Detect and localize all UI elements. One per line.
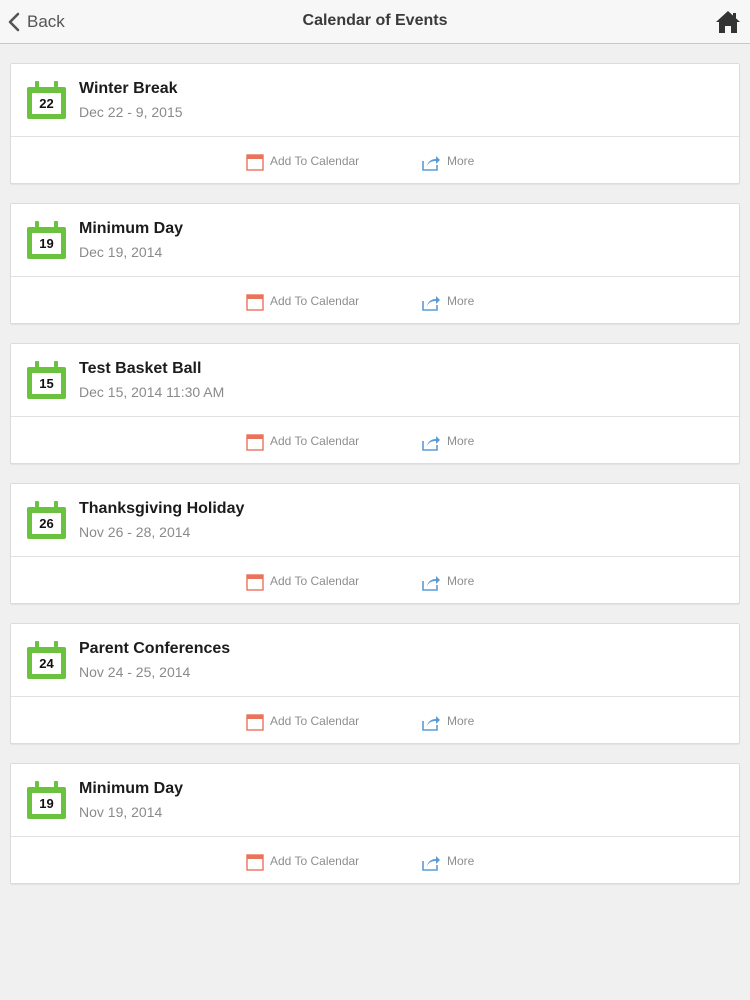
add-to-calendar-label: Add To Calendar: [270, 854, 360, 868]
more-label: More: [447, 434, 475, 448]
more-button[interactable]: More: [422, 573, 474, 591]
add-to-calendar-button[interactable]: Add To Calendar: [246, 153, 359, 171]
event-header[interactable]: 19 Minimum Day Nov 19, 2014: [11, 764, 739, 837]
more-label: More: [447, 854, 475, 868]
event-title: Minimum Day: [79, 780, 184, 797]
event-date: Nov 19, 2014: [79, 804, 163, 820]
calendar-day: 15: [32, 373, 61, 394]
more-button[interactable]: More: [422, 433, 474, 451]
calendar-day: 26: [32, 513, 61, 534]
more-button[interactable]: More: [422, 293, 474, 311]
event-actions: Add To Calendar More: [11, 557, 739, 603]
calendar-add-icon: [246, 294, 264, 311]
share-icon: [422, 296, 440, 311]
add-to-calendar-button[interactable]: Add To Calendar: [246, 293, 359, 311]
event-card: 22 Winter Break Dec 22 - 9, 2015 Add To …: [10, 63, 740, 184]
add-to-calendar-button[interactable]: Add To Calendar: [246, 853, 359, 871]
calendar-day: 19: [32, 793, 61, 814]
event-header[interactable]: 22 Winter Break Dec 22 - 9, 2015: [11, 64, 739, 137]
event-card: 15 Test Basket Ball Dec 15, 2014 11:30 A…: [10, 343, 740, 464]
share-icon: [422, 576, 440, 591]
event-date: Dec 15, 2014 11:30 AM: [79, 384, 225, 400]
calendar-icon: 15: [27, 361, 66, 399]
event-header[interactable]: 15 Test Basket Ball Dec 15, 2014 11:30 A…: [11, 344, 739, 417]
event-card: 19 Minimum Day Dec 19, 2014 Add To Calen…: [10, 203, 740, 324]
calendar-day: 22: [32, 93, 61, 114]
more-label: More: [447, 294, 475, 308]
more-button[interactable]: More: [422, 713, 474, 731]
add-to-calendar-label: Add To Calendar: [270, 434, 360, 448]
navigation-bar: Back Calendar of Events: [0, 0, 750, 44]
calendar-add-icon: [246, 154, 264, 171]
calendar-add-icon: [246, 854, 264, 871]
page-title: Calendar of Events: [302, 12, 448, 29]
event-date: Nov 24 - 25, 2014: [79, 664, 191, 680]
calendar-day: 24: [32, 653, 61, 674]
calendar-icon: 22: [27, 81, 66, 119]
more-label: More: [447, 714, 475, 728]
add-to-calendar-label: Add To Calendar: [270, 294, 360, 308]
event-title: Winter Break: [79, 80, 178, 97]
event-date: Dec 22 - 9, 2015: [79, 104, 183, 120]
calendar-add-icon: [246, 714, 264, 731]
event-header[interactable]: 19 Minimum Day Dec 19, 2014: [11, 204, 739, 277]
home-icon: [716, 11, 740, 33]
event-card: 26 Thanksgiving Holiday Nov 26 - 28, 201…: [10, 483, 740, 604]
more-button[interactable]: More: [422, 853, 474, 871]
event-date: Nov 26 - 28, 2014: [79, 524, 191, 540]
share-icon: [422, 436, 440, 451]
calendar-add-icon: [246, 574, 264, 591]
event-header[interactable]: 24 Parent Conferences Nov 24 - 25, 2014: [11, 624, 739, 697]
share-icon: [422, 716, 440, 731]
add-to-calendar-button[interactable]: Add To Calendar: [246, 573, 359, 591]
add-to-calendar-label: Add To Calendar: [270, 154, 360, 168]
event-actions: Add To Calendar More: [11, 697, 739, 743]
add-to-calendar-button[interactable]: Add To Calendar: [246, 433, 359, 451]
calendar-add-icon: [246, 434, 264, 451]
add-to-calendar-button[interactable]: Add To Calendar: [246, 713, 359, 731]
calendar-day: 19: [32, 233, 61, 254]
event-actions: Add To Calendar More: [11, 137, 739, 183]
event-actions: Add To Calendar More: [11, 837, 739, 883]
event-date: Dec 19, 2014: [79, 244, 163, 260]
calendar-icon: 19: [27, 221, 66, 259]
home-button[interactable]: [715, 10, 741, 34]
event-header[interactable]: 26 Thanksgiving Holiday Nov 26 - 28, 201…: [11, 484, 739, 557]
event-title: Test Basket Ball: [79, 360, 202, 377]
add-to-calendar-label: Add To Calendar: [270, 574, 360, 588]
calendar-icon: 26: [27, 501, 66, 539]
share-icon: [422, 856, 440, 871]
event-title: Parent Conferences: [79, 640, 231, 657]
calendar-icon: 19: [27, 781, 66, 819]
event-card: 19 Minimum Day Nov 19, 2014 Add To Calen…: [10, 763, 740, 884]
more-label: More: [447, 154, 475, 168]
event-title: Minimum Day: [79, 220, 184, 237]
event-title: Thanksgiving Holiday: [79, 500, 245, 517]
share-icon: [422, 156, 440, 171]
event-actions: Add To Calendar More: [11, 417, 739, 463]
more-button[interactable]: More: [422, 153, 474, 171]
add-to-calendar-label: Add To Calendar: [270, 714, 360, 728]
event-actions: Add To Calendar More: [11, 277, 739, 323]
event-list: 22 Winter Break Dec 22 - 9, 2015 Add To …: [10, 63, 740, 903]
more-label: More: [447, 574, 475, 588]
event-card: 24 Parent Conferences Nov 24 - 25, 2014 …: [10, 623, 740, 744]
calendar-icon: 24: [27, 641, 66, 679]
